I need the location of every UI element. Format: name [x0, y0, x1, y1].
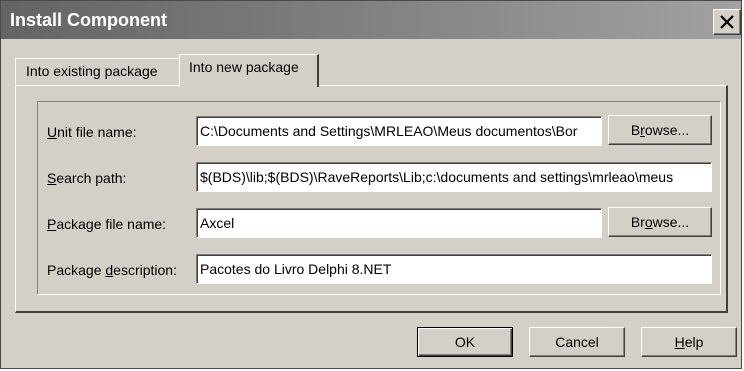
- search-path-field[interactable]: $(BDS)\lib;$(BDS)\RaveReports\Lib;c:\doc…: [196, 162, 712, 192]
- tab-panel-new-package: Unit file name: C:\Documents and Setting…: [15, 85, 728, 313]
- ok-button[interactable]: OK: [417, 327, 513, 357]
- search-path-label: Search path:: [47, 170, 127, 186]
- unit-file-name-label: Unit file name:: [47, 124, 137, 140]
- tab-into-new-package[interactable]: Into new package: [179, 54, 319, 87]
- search-path-value: $(BDS)\lib;$(BDS)\RaveReports\Lib;c:\doc…: [200, 169, 674, 185]
- package-file-name-label: Package file name:: [47, 216, 167, 232]
- install-component-dialog: Install Component Into existing package …: [0, 0, 742, 369]
- unit-file-name-field[interactable]: C:\Documents and Settings\MRLEAO\Meus do…: [196, 116, 602, 146]
- package-description-field[interactable]: Pacotes do Livro Delphi 8.NET: [196, 254, 712, 284]
- tab-strip: Into existing package Into new package: [1, 39, 741, 87]
- package-file-name-field[interactable]: Axcel: [196, 208, 602, 238]
- package-file-name-value: Axcel: [200, 215, 235, 231]
- close-icon: [720, 15, 734, 29]
- package-file-browse-button[interactable]: Browse...: [608, 207, 712, 237]
- tab-label: Into existing package: [26, 63, 158, 79]
- unit-file-browse-button[interactable]: Browse...: [608, 115, 712, 145]
- help-button[interactable]: Help: [641, 327, 737, 357]
- close-button[interactable]: [713, 9, 741, 35]
- cancel-button[interactable]: Cancel: [529, 327, 625, 357]
- package-description-value: Pacotes do Livro Delphi 8.NET: [200, 261, 392, 277]
- unit-file-name-value: C:\Documents and Settings\MRLEAO\Meus do…: [200, 123, 578, 139]
- tab-into-existing-package[interactable]: Into existing package: [15, 58, 181, 84]
- package-description-label: Package description:: [47, 262, 177, 278]
- tab-label: Into new package: [189, 59, 299, 75]
- dialog-title: Install Component: [10, 10, 167, 30]
- package-groupbox: Unit file name: C:\Documents and Setting…: [37, 101, 721, 295]
- title-bar[interactable]: Install Component: [1, 1, 741, 39]
